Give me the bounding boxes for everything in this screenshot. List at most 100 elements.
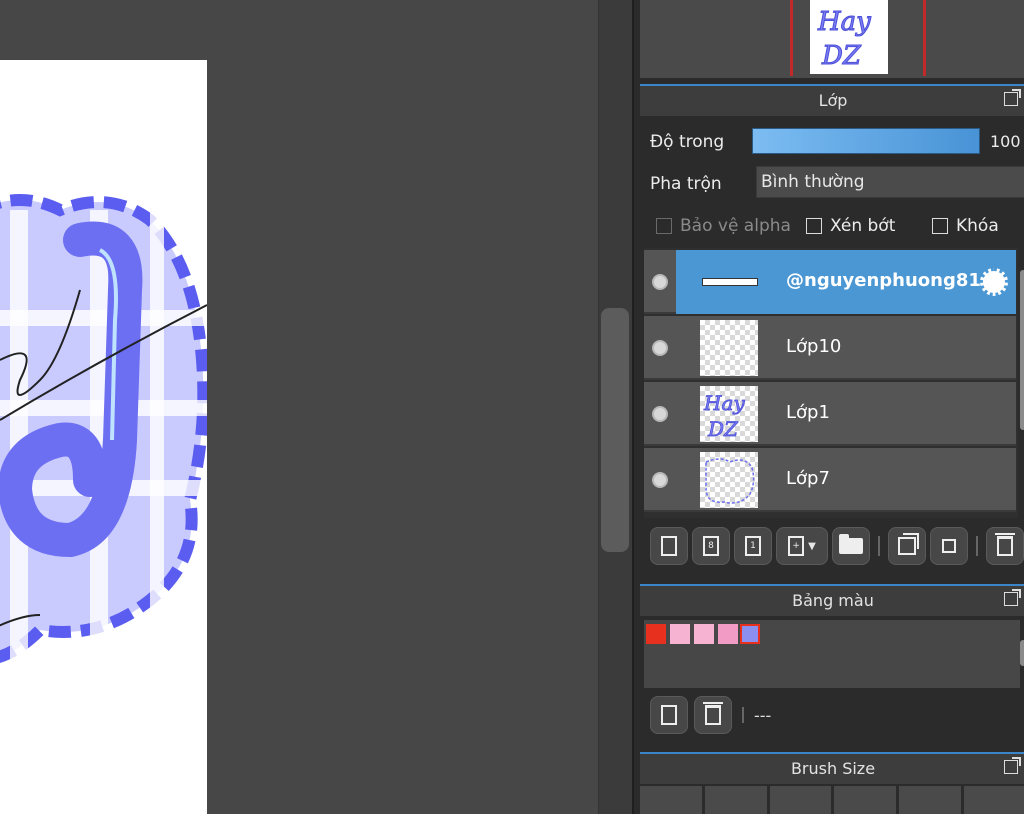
new-layer-icon	[661, 536, 677, 556]
canvas-paper[interactable]	[0, 60, 207, 814]
svg-text:Hay: Hay	[817, 7, 871, 37]
color-swatch[interactable]	[670, 624, 690, 644]
palette-panel-title: Bảng màu	[792, 591, 874, 610]
layer-row[interactable]: @nguyenphuong81	[644, 250, 1016, 314]
svg-text:DZ: DZ	[821, 41, 862, 71]
app-window: Hay DZ Lớp Độ trong 100 Pha trộn Bình th…	[0, 0, 1024, 814]
svg-text:Hay: Hay	[703, 391, 745, 415]
toolbar-divider	[742, 707, 744, 723]
palette-panel-header: Bảng màu	[640, 584, 1024, 616]
protect-alpha-checkbox[interactable]: Bảo vệ alpha	[656, 216, 791, 236]
layer-name: Lớp7	[786, 468, 830, 489]
svg-text:DZ: DZ	[707, 417, 739, 441]
navigator-panel[interactable]: Hay DZ	[640, 0, 1024, 78]
layer-list-scrollbar[interactable]	[1020, 270, 1024, 430]
duplicate-layer-button[interactable]	[888, 527, 926, 565]
layer-thumbnail	[700, 320, 758, 376]
gear-icon[interactable]	[980, 268, 1008, 296]
popout-icon[interactable]	[1004, 89, 1021, 106]
merge-down-icon	[942, 539, 956, 553]
add-layer-menu-button[interactable]: + ▼	[776, 527, 828, 565]
brush-size-cell[interactable]	[834, 786, 897, 814]
color-swatch[interactable]	[718, 624, 738, 644]
layer-thumbnail-art	[705, 458, 755, 504]
brush-size-cell[interactable]	[964, 786, 1024, 814]
canvas-workspace[interactable]	[0, 0, 598, 814]
checkbox-box	[806, 218, 822, 234]
opacity-value: 100	[990, 132, 1021, 151]
checkbox-box	[932, 218, 948, 234]
folder-icon	[839, 534, 863, 554]
right-panel: Hay DZ Lớp Độ trong 100 Pha trộn Bình th…	[632, 0, 1024, 814]
palette-scrollbar[interactable]	[1020, 640, 1024, 666]
navigator-thumbnail: Hay DZ	[810, 0, 888, 74]
color-swatch-selected[interactable]	[740, 624, 760, 644]
visibility-eye-icon[interactable]	[652, 406, 668, 422]
opacity-label: Độ trong	[650, 132, 725, 152]
layer-row[interactable]: Lớp10	[644, 316, 1016, 380]
lock-label: Khóa	[956, 216, 999, 236]
opacity-slider[interactable]	[752, 128, 980, 154]
brush-size-cell[interactable]	[640, 786, 702, 814]
clipping-label: Xén bớt	[830, 216, 896, 236]
layer-toolbar: 8 1 + ▼	[644, 522, 1024, 570]
selected-color-name: ---	[754, 705, 772, 725]
new-layer-button[interactable]	[650, 527, 688, 565]
layer-name: @nguyenphuong81	[786, 270, 981, 291]
layer-panel-title: Lớp	[818, 91, 848, 110]
toolbar-divider	[878, 536, 880, 556]
layer-list: @nguyenphuong81 Lớp10 Hay DZ Lớp1 Lớp7	[644, 248, 1018, 518]
layer-thumbnail-art: Hay DZ	[703, 391, 746, 442]
chevron-down-icon: ▼	[808, 540, 816, 552]
new-1bit-layer-icon: 1	[745, 536, 761, 556]
popout-icon[interactable]	[1004, 757, 1021, 774]
visibility-eye-icon[interactable]	[652, 274, 668, 290]
duplicate-icon	[898, 533, 919, 555]
protect-alpha-label: Bảo vệ alpha	[680, 216, 791, 236]
visibility-eye-icon[interactable]	[652, 340, 668, 356]
layer-thumbnail: Hay DZ	[700, 386, 758, 442]
layer-row[interactable]: Hay DZ Lớp1	[644, 382, 1016, 446]
new-8bit-layer-icon: 8	[703, 536, 719, 556]
color-swatch[interactable]	[646, 624, 666, 644]
brush-size-panel-header: Brush Size	[640, 752, 1024, 784]
visibility-eye-icon[interactable]	[652, 472, 668, 488]
brush-size-panel-title: Brush Size	[790, 759, 876, 778]
delete-icon	[703, 702, 723, 725]
brush-size-cell[interactable]	[704, 786, 767, 814]
toolbar-divider	[976, 536, 978, 556]
add-color-button[interactable]	[650, 696, 688, 734]
add-layer-menu-icon: +	[788, 536, 805, 556]
delete-color-button[interactable]	[694, 696, 732, 734]
palette-toolbar: ---	[644, 692, 1024, 738]
brush-size-cell[interactable]	[769, 786, 832, 814]
new-folder-button[interactable]	[832, 527, 870, 565]
new-color-icon	[661, 705, 677, 725]
checkbox-box	[656, 218, 672, 234]
merge-down-button[interactable]	[930, 527, 968, 565]
canvas-vertical-scrollbar[interactable]	[598, 0, 632, 814]
delete-icon	[995, 533, 1015, 556]
layer-row[interactable]: Lớp7	[644, 448, 1016, 512]
palette-swatches	[644, 620, 1020, 688]
navigator-thumbnail-art: Hay DZ	[810, 0, 888, 74]
blend-mode-label: Pha trộn	[650, 174, 722, 194]
layer-panel-header: Lớp	[640, 84, 1024, 116]
layer-name: Lớp1	[786, 402, 830, 423]
layer-thumbnail	[700, 254, 758, 310]
scrollbar-thumb[interactable]	[601, 308, 629, 552]
new-8bit-layer-button[interactable]: 8	[692, 527, 730, 565]
layer-thumbnail	[700, 452, 758, 508]
layer-name: Lớp10	[786, 336, 842, 357]
text-layer-preview	[702, 278, 758, 286]
blend-mode-select[interactable]: Bình thường	[756, 166, 1024, 198]
popout-icon[interactable]	[1004, 589, 1021, 606]
new-1bit-layer-button[interactable]: 1	[734, 527, 772, 565]
color-swatch[interactable]	[694, 624, 714, 644]
brush-size-cell[interactable]	[899, 786, 962, 814]
clipping-checkbox[interactable]: Xén bớt	[806, 216, 895, 236]
brush-size-grid	[640, 786, 1024, 814]
canvas-artwork	[0, 194, 207, 663]
lock-checkbox[interactable]: Khóa	[932, 216, 999, 236]
delete-layer-button[interactable]	[986, 527, 1024, 565]
